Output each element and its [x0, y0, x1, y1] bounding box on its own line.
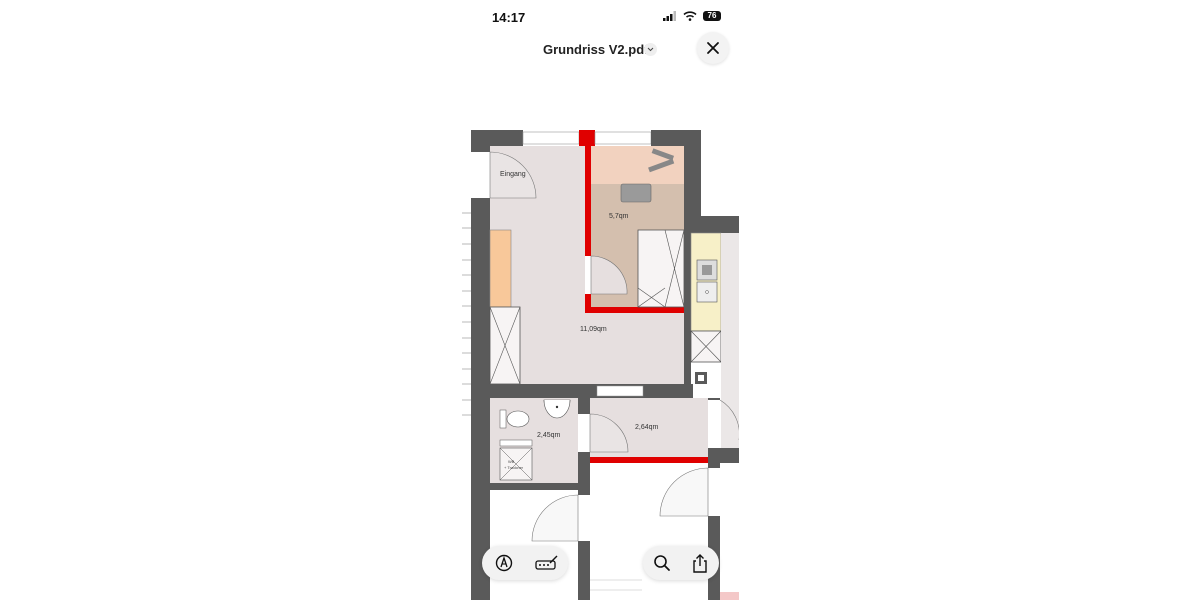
status-time: 14:17 [492, 10, 526, 25]
close-icon [707, 42, 719, 54]
wall-right-upper [684, 130, 701, 218]
kitchen-sink [696, 281, 718, 303]
markup-icon [495, 554, 512, 572]
office-desk-area [591, 146, 684, 184]
office-wardrobe [637, 229, 685, 308]
title-menu-button[interactable] [644, 43, 657, 56]
desk-chair [620, 183, 652, 203]
close-button[interactable] [697, 32, 729, 64]
hall-door-right [708, 400, 720, 448]
lower-left-door [578, 495, 590, 541]
office-door-frame [585, 256, 591, 294]
hall-red-wall [590, 457, 708, 463]
shower-label-1: WB [508, 459, 515, 464]
battery-icon: 76 [703, 11, 721, 21]
toilet-tank [499, 409, 507, 429]
search-icon [654, 555, 670, 571]
wall-right-step [684, 216, 739, 233]
living-area-label: 11,09qm [580, 326, 607, 333]
actions-toolbar [643, 546, 719, 580]
office-area-label: 5,7qm [609, 213, 629, 220]
toilet-bowl [506, 410, 530, 428]
lower-right-door [708, 468, 720, 516]
status-bar: 14:17 76 [462, 0, 739, 36]
document-title[interactable]: Grundriss V2.pdf [543, 42, 648, 57]
chevron-down-icon [647, 47, 654, 52]
wifi-icon [683, 11, 697, 21]
living-cabinet [489, 229, 512, 308]
window-top-right [594, 131, 652, 145]
status-icons: 76 [663, 11, 721, 21]
pdf-viewer-screen: Eingang 5,7qm 11,09qm 2,45qm 2,64qm WB +… [462, 0, 739, 600]
window-middle [596, 385, 644, 397]
window-top-left [522, 131, 580, 145]
wall-left [471, 130, 490, 600]
wall-below-bath [471, 483, 590, 490]
bath-area-label: 2,45qm [537, 432, 561, 439]
markup-toolbar [482, 546, 568, 580]
entrance-label: Eingang [500, 171, 526, 178]
search-button[interactable] [647, 548, 677, 578]
hall-area-label: 2,64qm [635, 424, 659, 431]
markup-button[interactable] [489, 548, 519, 578]
wall-top-red [579, 130, 595, 146]
share-icon [693, 553, 707, 573]
wall-middle [471, 384, 693, 398]
dimension-ticks [462, 212, 471, 416]
shower-label-2: + Trockner [504, 465, 524, 470]
floorplan-drawing[interactable]: Eingang 5,7qm 11,09qm 2,45qm 2,64qm WB +… [462, 0, 739, 600]
signal-icon [663, 11, 676, 21]
signature-icon [534, 555, 557, 570]
wall-kitchen-bottom [720, 448, 739, 463]
kitchen-floor [721, 233, 739, 448]
office-wall-bottom [585, 307, 684, 313]
share-button[interactable] [685, 548, 715, 578]
bath-door-frame [578, 414, 590, 452]
entrance-door-frame [471, 152, 490, 198]
bath-shelf [499, 439, 533, 447]
wall-top-left [471, 130, 523, 146]
signature-button[interactable] [532, 548, 562, 578]
red-mark-bottom [720, 592, 739, 600]
